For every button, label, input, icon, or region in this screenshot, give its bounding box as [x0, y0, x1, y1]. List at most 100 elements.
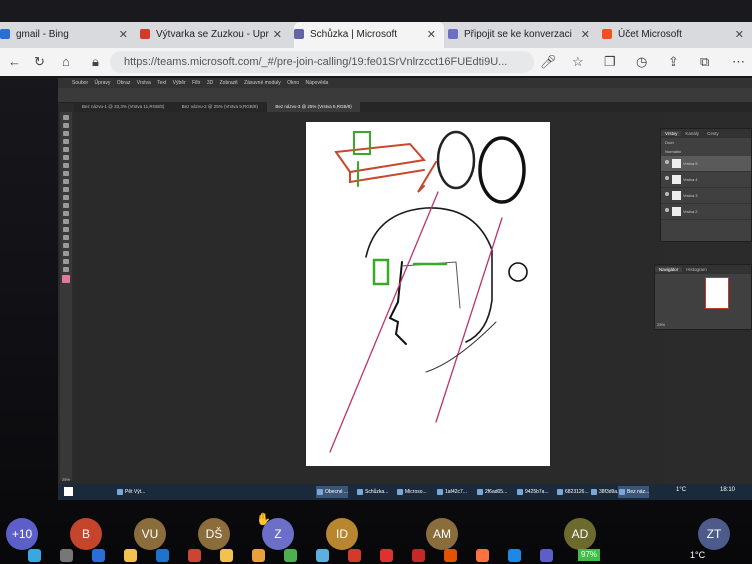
eraser-icon[interactable]: [63, 195, 69, 200]
taskbar-item[interactable]: 9425b7a...: [516, 486, 549, 498]
tab-navigator[interactable]: Navigátor: [655, 267, 683, 272]
layer-row[interactable]: Vrstva 4: [661, 172, 751, 188]
menu-item[interactable]: Obraz: [117, 80, 131, 86]
edge-icon[interactable]: [28, 549, 41, 562]
home-icon[interactable]: ⌂: [62, 54, 70, 69]
taskbar-item[interactable]: 2f6ad05...: [476, 486, 507, 498]
app-icon[interactable]: [316, 549, 329, 562]
close-icon[interactable]: ✕: [427, 22, 436, 48]
crop-tool-icon[interactable]: [63, 147, 69, 152]
lasso-tool-icon[interactable]: [63, 131, 69, 136]
tab-microsoft-account[interactable]: Účet Microsoft ✕: [602, 22, 752, 48]
clone-stamp-icon[interactable]: [63, 179, 69, 184]
collections-icon[interactable]: ❐: [604, 54, 616, 70]
menu-item[interactable]: Úpravy: [95, 80, 111, 86]
tab-vytvarka[interactable]: Výtvarka se Zuzkou - Upr ✕: [140, 22, 290, 48]
close-icon[interactable]: ✕: [119, 22, 128, 48]
foreground-color-swatch[interactable]: [62, 275, 70, 283]
tab-join-conversation[interactable]: Připojit se ke konverzaci ✕: [448, 22, 598, 48]
layers-kind-filter[interactable]: Druh: [661, 138, 751, 147]
app-icon[interactable]: [188, 549, 201, 562]
extensions-icon[interactable]: ⧉: [700, 54, 709, 70]
pen-tool-icon[interactable]: [63, 227, 69, 232]
layer-row[interactable]: Vrstva 3: [661, 188, 751, 204]
move-tool-icon[interactable]: [63, 115, 69, 120]
navigator-zoom[interactable]: 25%: [657, 322, 665, 327]
checkmark-icon[interactable]: [508, 549, 521, 562]
mic-icon[interactable]: 🎤︎: [540, 54, 557, 70]
teams-icon[interactable]: [540, 549, 553, 562]
doc-tab[interactable]: Bez názvu-1 @ 33,3% (Vrstva 11,RGB/8): [74, 102, 172, 112]
blur-icon[interactable]: [63, 211, 69, 216]
tab-bing[interactable]: gmail - Bing ✕: [0, 22, 136, 48]
favorite-icon[interactable]: ☆: [572, 54, 584, 70]
history-icon[interactable]: ◷: [636, 54, 647, 70]
folder-icon[interactable]: [124, 549, 137, 562]
taskbar-item[interactable]: 38f3d9a...: [590, 486, 621, 498]
app-icon[interactable]: [92, 549, 105, 562]
tab-teams-meeting[interactable]: Schůzka | Microsoft ✕: [294, 22, 444, 48]
taskbar-item[interactable]: 6823126...: [556, 486, 589, 498]
doc-tab-active[interactable]: Bez názvu-3 @ 25% (Vrstva 5,RGB/8): [267, 102, 360, 112]
tab-channels[interactable]: Kanály: [681, 131, 703, 136]
marquee-tool-icon[interactable]: [63, 123, 69, 128]
app-icon[interactable]: [252, 549, 265, 562]
tab-paths[interactable]: Cesty: [703, 131, 723, 136]
close-icon[interactable]: ✕: [735, 22, 744, 48]
close-icon[interactable]: ✕: [581, 22, 590, 48]
menu-item[interactable]: 3D: [207, 80, 213, 86]
app-icon[interactable]: [444, 549, 457, 562]
lock-icon: 🔒︎: [92, 54, 99, 69]
navigator-thumbnail[interactable]: [705, 277, 729, 309]
chrome-icon[interactable]: [284, 549, 297, 562]
path-select-icon[interactable]: [63, 243, 69, 248]
tab-histogram[interactable]: Histogram: [682, 267, 711, 272]
document-canvas[interactable]: [306, 122, 550, 466]
menu-item[interactable]: Filtr: [192, 80, 200, 86]
menu-item[interactable]: Nápověda: [305, 80, 328, 86]
layer-row[interactable]: Vrstva 2: [661, 204, 751, 220]
menu-item[interactable]: Soubor: [72, 80, 88, 86]
shape-tool-icon[interactable]: [63, 251, 69, 256]
eyedropper-icon[interactable]: [63, 155, 69, 160]
gradient-icon[interactable]: [63, 203, 69, 208]
healing-brush-icon[interactable]: [63, 163, 69, 168]
opera-icon[interactable]: [380, 549, 393, 562]
windows-start-icon[interactable]: [64, 487, 73, 496]
menu-item[interactable]: Text: [157, 80, 166, 86]
dodge-icon[interactable]: [63, 219, 69, 224]
taskbar-item[interactable]: Schůzka...: [356, 486, 388, 498]
taskbar-item[interactable]: Microso...: [396, 486, 427, 498]
menu-item[interactable]: Vrstva: [137, 80, 151, 86]
menu-item[interactable]: Zobrazit: [220, 80, 238, 86]
taskbar-item[interactable]: Bez náz...: [618, 486, 650, 498]
share-icon[interactable]: ⇪: [668, 54, 679, 70]
taskbar-item[interactable]: 1af42c7...: [436, 486, 467, 498]
blend-mode-select[interactable]: Normální: [661, 147, 751, 156]
zoom-tool-icon[interactable]: [63, 267, 69, 272]
back-icon[interactable]: ←: [8, 54, 21, 69]
tab-layers[interactable]: Vrstvy: [661, 131, 682, 136]
brush-tool-icon[interactable]: [63, 171, 69, 176]
firefox-icon[interactable]: [476, 549, 489, 562]
type-tool-icon[interactable]: [63, 235, 69, 240]
layer-row[interactable]: Vrstva 5: [661, 156, 751, 172]
hand-tool-icon[interactable]: [63, 259, 69, 264]
more-icon[interactable]: ⋯: [732, 54, 745, 70]
refresh-icon[interactable]: ↻: [34, 54, 45, 70]
history-brush-icon[interactable]: [63, 187, 69, 192]
gmail-icon[interactable]: [412, 549, 425, 562]
menu-item[interactable]: Okno: [287, 80, 299, 86]
url-input[interactable]: https://teams.microsoft.com/_#/pre-join-…: [110, 51, 534, 73]
doc-tab[interactable]: Bez názvu-2 @ 25% (Vrstva 9,RGB/8): [174, 102, 266, 112]
app-icon[interactable]: [348, 549, 361, 562]
menu-item[interactable]: Výběr: [173, 80, 186, 86]
mail-icon[interactable]: [156, 549, 169, 562]
taskbar-item[interactable]: Obecné ...: [316, 486, 349, 498]
app-icon[interactable]: [220, 549, 233, 562]
taskbar-item[interactable]: Pět Výt...: [116, 486, 145, 498]
menu-item[interactable]: Zásuvné moduly: [244, 80, 281, 86]
magic-wand-icon[interactable]: [63, 139, 69, 144]
close-icon[interactable]: ✕: [273, 22, 282, 48]
app-icon[interactable]: [60, 549, 73, 562]
